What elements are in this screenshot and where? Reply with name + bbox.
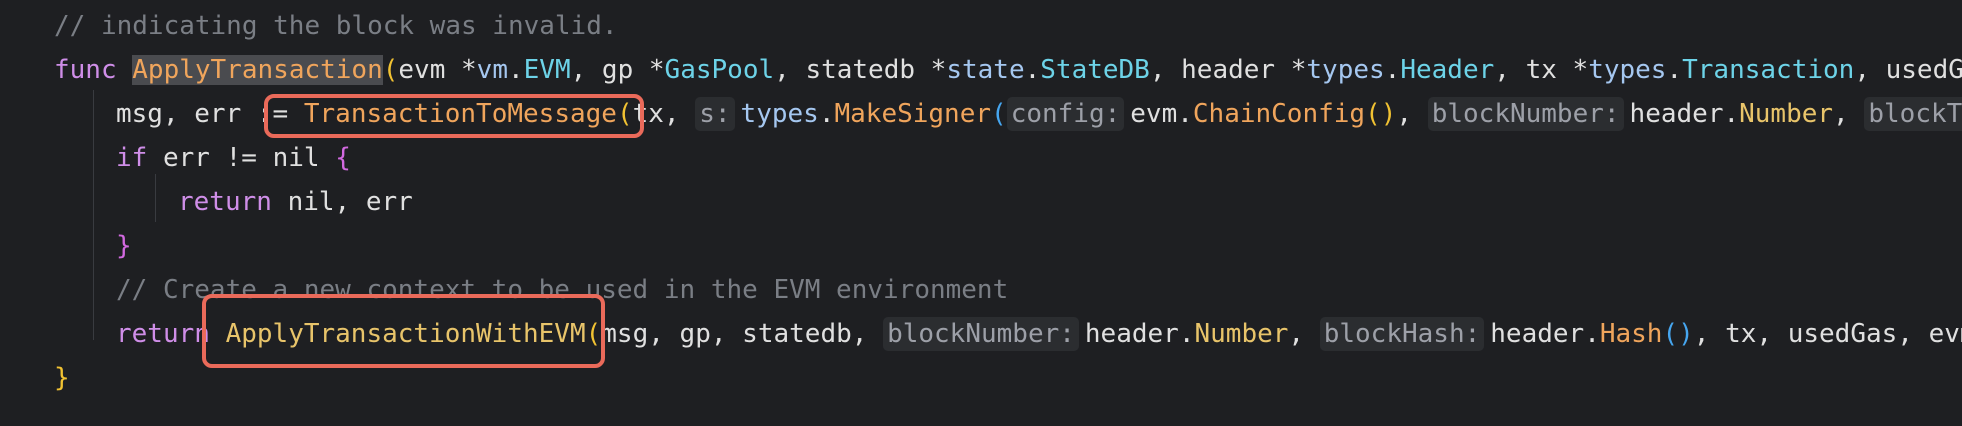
parameter-hint: blockNumber:: [883, 317, 1079, 351]
code-token: (: [991, 99, 1007, 129]
code-token: .: [1666, 55, 1683, 85]
code-token: StateDB: [1040, 55, 1150, 85]
code-token: *: [1290, 55, 1307, 85]
code-token: gp: [601, 55, 649, 85]
parameter-hint: blockTim: [1864, 97, 1962, 131]
code-token: ,: [162, 99, 195, 129]
code-token: Hash: [1599, 319, 1663, 349]
code-token: types: [740, 99, 819, 129]
code-token: ,: [1693, 319, 1726, 349]
code-token: ,: [334, 187, 366, 217]
code-token: Number: [1739, 99, 1834, 129]
code-token: ChainConfig: [1192, 99, 1366, 129]
parameter-hint: blockHash:: [1319, 317, 1485, 351]
code-token: evm: [398, 55, 462, 85]
code-token: .: [1177, 99, 1193, 129]
code-token: .: [507, 55, 524, 85]
code-token: ,: [663, 99, 696, 129]
code-token: // indicating the block was invalid.: [54, 11, 618, 41]
code-token: ,: [1833, 99, 1865, 129]
code-token: .: [1178, 319, 1195, 349]
code-token: statedb: [742, 319, 852, 349]
indent-guide: [93, 90, 94, 340]
code-line-6[interactable]: }: [116, 224, 132, 268]
code-token: *: [930, 55, 947, 85]
code-token: {: [335, 143, 351, 173]
code-token: ,: [1897, 319, 1929, 349]
code-token: .: [1723, 99, 1740, 129]
code-token: state: [946, 55, 1025, 85]
code-token: .: [1024, 55, 1041, 85]
code-token: .: [818, 99, 835, 129]
code-token: ,: [1396, 99, 1428, 129]
code-token: EVM: [523, 55, 571, 85]
code-token: header: [1084, 319, 1179, 349]
code-token: ,: [570, 55, 602, 85]
highlight-box-apply-transaction-with-evm: [202, 294, 605, 368]
code-token: *: [461, 55, 477, 85]
code-token: return: [178, 187, 288, 217]
code-token: *: [648, 55, 665, 85]
code-token: ,: [648, 319, 680, 349]
code-token: types: [1306, 55, 1385, 85]
code-token: vm: [476, 55, 508, 85]
code-token: tx: [1525, 55, 1573, 85]
code-line-1[interactable]: // indicating the block was invalid.: [54, 4, 618, 48]
code-token: evm: [1130, 99, 1178, 129]
code-token: .: [1384, 55, 1401, 85]
code-token: Transaction: [1682, 55, 1855, 85]
code-token: header: [1490, 319, 1585, 349]
code-token: msg: [601, 319, 649, 349]
code-token: }: [54, 363, 70, 393]
code-token: Header: [1400, 55, 1495, 85]
code-token: ,: [1756, 319, 1788, 349]
parameter-hint: config:: [1006, 97, 1125, 131]
parameter-hint: blockNumber:: [1427, 97, 1624, 131]
parameter-hint: s:: [695, 97, 735, 131]
code-token: evm: [1928, 319, 1962, 349]
code-token: ,: [774, 55, 806, 85]
code-token: ApplyTransaction: [132, 55, 383, 85]
code-token: usedGas: [1787, 319, 1898, 349]
code-token: (): [1365, 99, 1397, 129]
code-token: header: [1629, 99, 1724, 129]
code-token: Number: [1194, 319, 1289, 349]
code-token: types: [1588, 55, 1667, 85]
code-token: GasPool: [664, 55, 775, 85]
code-token: (: [382, 55, 399, 85]
code-token: *: [1572, 55, 1589, 85]
code-token: header: [1181, 55, 1291, 85]
code-line-9[interactable]: }: [54, 356, 70, 400]
code-token: err: [194, 99, 257, 129]
code-line-5[interactable]: return nil, err: [178, 180, 413, 224]
code-token: if: [116, 143, 163, 173]
code-token: gp: [679, 319, 711, 349]
code-token: ,: [1149, 55, 1182, 85]
code-token: ,: [1494, 55, 1526, 85]
code-token: tx: [1725, 319, 1757, 349]
code-token: msg: [116, 99, 163, 129]
code-token: nil: [287, 187, 335, 217]
code-token: ,: [1288, 319, 1320, 349]
code-token: .: [1584, 319, 1600, 349]
code-line-4[interactable]: if err != nil {: [116, 136, 351, 180]
code-token: ,: [1854, 55, 1886, 85]
code-token: !=: [225, 143, 273, 173]
code-token: ,: [710, 319, 743, 349]
code-line-2[interactable]: func ApplyTransaction(evm *vm.EVM, gp *G…: [54, 48, 1962, 92]
code-token: ,: [851, 319, 884, 349]
code-token: usedGa: [1885, 55, 1962, 85]
code-token: (): [1662, 319, 1694, 349]
code-token: statedb: [805, 55, 931, 85]
code-token: err: [162, 143, 226, 173]
code-token: nil: [272, 143, 336, 173]
highlight-box-transaction-to-message: [264, 94, 644, 138]
code-token: MakeSigner: [834, 99, 992, 129]
code-token: func: [54, 55, 133, 85]
code-editor[interactable]: // indicating the block was invalid. fun…: [0, 0, 1962, 426]
indent-guide: [155, 174, 156, 222]
code-token: }: [116, 231, 132, 261]
code-token: err: [365, 187, 413, 217]
